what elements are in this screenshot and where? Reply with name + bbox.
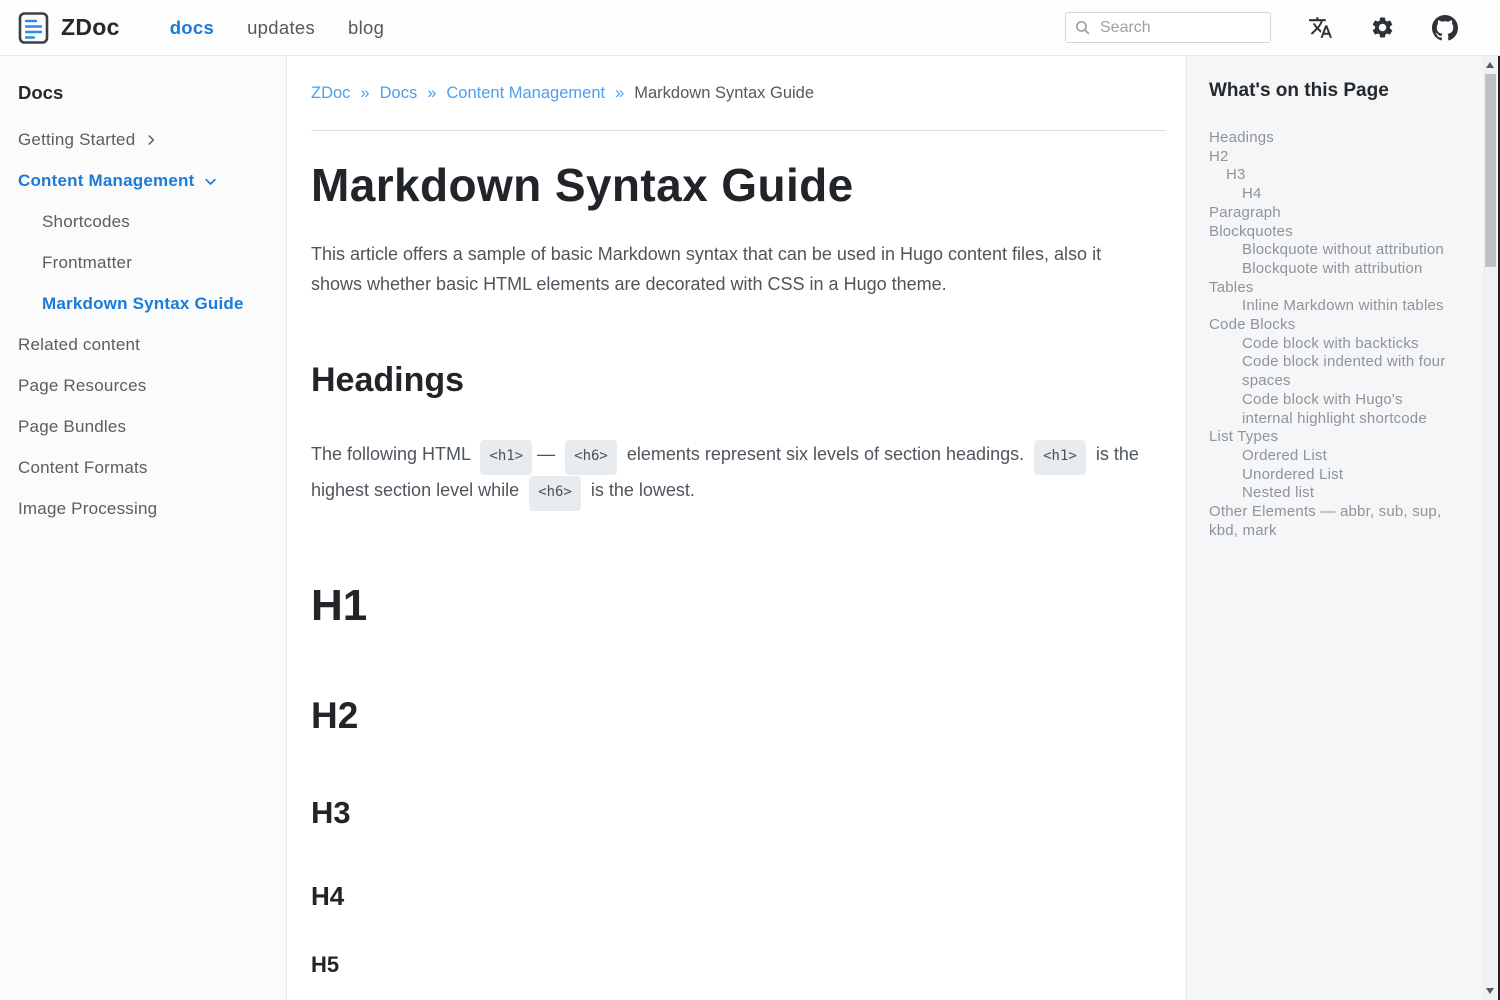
section-heading-headings: Headings — [311, 361, 1156, 400]
page-layout: Docs Getting Started Content Management … — [0, 56, 1500, 1000]
article-intro: This article offers a sample of basic Ma… — [311, 239, 1156, 299]
page-title: Markdown Syntax Guide — [311, 158, 1156, 212]
toc-item-tables[interactable]: Tables — [1209, 279, 1455, 298]
translate-icon[interactable] — [1308, 15, 1333, 40]
h6-code-chip: <h6> — [565, 440, 617, 475]
sidebar-item-getting-started[interactable]: Getting Started — [18, 130, 274, 150]
navbar-right — [1065, 12, 1458, 43]
h6-code-chip: <h6> — [529, 476, 581, 511]
nav-link-blog[interactable]: blog — [348, 17, 384, 39]
scrollbar[interactable] — [1483, 56, 1498, 1000]
breadcrumb-link-content-management[interactable]: Content Management — [446, 84, 605, 103]
search-icon — [1074, 19, 1091, 36]
toc-item-blockquotes[interactable]: Blockquotes — [1209, 223, 1455, 242]
zdoc-logo-icon[interactable] — [18, 11, 49, 45]
brand-title[interactable]: ZDoc — [61, 14, 120, 41]
toc-item-code-block-with-backticks[interactable]: Code block with backticks — [1209, 335, 1455, 354]
toc-item-paragraph[interactable]: Paragraph — [1209, 204, 1455, 223]
breadcrumb: ZDoc » Docs » Content Management » Markd… — [311, 56, 1166, 103]
toc-list: Headings H2 H3 H4 Paragraph Blockquotes … — [1209, 129, 1455, 540]
toc-panel: What's on this Page Headings H2 H3 H4 Pa… — [1186, 56, 1483, 1000]
app-window: ZDoc docs updates blog — [0, 0, 1500, 1000]
article: Markdown Syntax Guide This article offer… — [311, 158, 1156, 1000]
navbar-left: ZDoc docs updates blog — [18, 11, 384, 45]
breadcrumb-divider — [311, 130, 1166, 131]
sidebar-item-label: Frontmatter — [42, 253, 132, 273]
demo-heading-h5: H5 — [311, 952, 1156, 978]
toc-item-inline-markdown-within-tables[interactable]: Inline Markdown within tables — [1209, 297, 1455, 316]
sidebar-item-label: Shortcodes — [42, 212, 130, 232]
toc-item-nested-list[interactable]: Nested list — [1209, 484, 1455, 503]
toc-item-other-elements[interactable]: Other Elements — abbr, sub, sup, kbd, ma… — [1209, 503, 1455, 540]
scroll-down-arrow-icon[interactable] — [1486, 988, 1494, 994]
scrollbar-thumb[interactable] — [1485, 74, 1496, 267]
sidebar-item-label: Page Bundles — [18, 417, 126, 437]
demo-heading-h2: H2 — [311, 695, 1156, 737]
breadcrumb-link-docs[interactable]: Docs — [380, 84, 418, 103]
toc-item-h4[interactable]: H4 — [1209, 185, 1455, 204]
search-input[interactable] — [1100, 19, 1262, 37]
sidebar-item-markdown-syntax-guide[interactable]: Markdown Syntax Guide — [42, 294, 274, 314]
docs-sidebar: Docs Getting Started Content Management … — [0, 56, 287, 1000]
desc-text: The following HTML — [311, 444, 470, 464]
toc-item-h3[interactable]: H3 — [1209, 166, 1455, 185]
sidebar-item-related-content[interactable]: Related content — [18, 335, 274, 355]
sidebar-item-label: Page Resources — [18, 376, 146, 396]
scroll-up-arrow-icon[interactable] — [1486, 62, 1494, 68]
main-content: ZDoc » Docs » Content Management » Markd… — [287, 56, 1186, 1000]
sidebar-item-label: Markdown Syntax Guide — [42, 294, 244, 314]
desc-text: elements represent six levels of section… — [627, 444, 1024, 464]
toc-item-code-blocks[interactable]: Code Blocks — [1209, 316, 1455, 335]
desc-text: is the lowest. — [591, 480, 695, 500]
sidebar-item-page-resources[interactable]: Page Resources — [18, 376, 274, 396]
toc-item-h2[interactable]: H2 — [1209, 148, 1455, 167]
demo-heading-h4: H4 — [311, 881, 1156, 912]
demo-heading-h3: H3 — [311, 795, 1156, 831]
search-box[interactable] — [1065, 12, 1271, 43]
settings-gear-icon[interactable] — [1370, 15, 1395, 40]
sidebar-item-page-bundles[interactable]: Page Bundles — [18, 417, 274, 437]
toc-item-code-block-highlight-shortcode[interactable]: Code block with Hugo's internal highligh… — [1209, 391, 1455, 428]
sidebar-item-content-formats[interactable]: Content Formats — [18, 458, 274, 478]
toc-item-headings[interactable]: Headings — [1209, 129, 1455, 148]
toc-item-blockquote-without-attribution[interactable]: Blockquote without attribution — [1209, 241, 1455, 260]
toc-item-list-types[interactable]: List Types — [1209, 428, 1455, 447]
chevron-right-icon — [144, 133, 158, 147]
toc-title: What's on this Page — [1209, 80, 1455, 102]
h1-code-chip: <h1> — [480, 440, 532, 475]
sidebar-item-image-processing[interactable]: Image Processing — [18, 499, 274, 519]
toc-item-unordered-list[interactable]: Unordered List — [1209, 466, 1455, 485]
sidebar-item-shortcodes[interactable]: Shortcodes — [42, 212, 274, 232]
github-icon[interactable] — [1432, 15, 1458, 41]
breadcrumb-current: Markdown Syntax Guide — [634, 84, 814, 103]
nav-link-updates[interactable]: updates — [247, 17, 315, 39]
toc-item-code-block-indented[interactable]: Code block indented with four spaces — [1209, 353, 1455, 390]
breadcrumb-link-zdoc[interactable]: ZDoc — [311, 84, 350, 103]
toc-item-ordered-list[interactable]: Ordered List — [1209, 447, 1455, 466]
nav-link-docs[interactable]: docs — [170, 17, 214, 39]
sidebar-item-label: Content Formats — [18, 458, 148, 478]
sidebar-item-label: Related content — [18, 335, 140, 355]
h1-code-chip: <h1> — [1034, 440, 1086, 475]
desc-dash: — — [537, 444, 555, 464]
headings-description: The following HTML <h1>— <h6> elements r… — [311, 439, 1156, 511]
sidebar-item-label: Image Processing — [18, 499, 157, 519]
top-navbar: ZDoc docs updates blog — [0, 0, 1500, 56]
sidebar-item-content-management[interactable]: Content Management — [18, 171, 274, 191]
sidebar-nav: Getting Started Content Management Short… — [18, 130, 274, 519]
breadcrumb-separator: » — [360, 84, 369, 103]
sidebar-item-frontmatter[interactable]: Frontmatter — [42, 253, 274, 273]
primary-nav: docs updates blog — [170, 17, 385, 39]
demo-heading-h1: H1 — [311, 581, 1156, 631]
chevron-down-icon — [203, 174, 218, 189]
sidebar-item-label: Getting Started — [18, 130, 135, 150]
sidebar-item-label: Content Management — [18, 171, 194, 191]
breadcrumb-separator: » — [615, 84, 624, 103]
toc-item-blockquote-with-attribution[interactable]: Blockquote with attribution — [1209, 260, 1455, 279]
breadcrumb-separator: » — [427, 84, 436, 103]
sidebar-title: Docs — [18, 82, 274, 104]
